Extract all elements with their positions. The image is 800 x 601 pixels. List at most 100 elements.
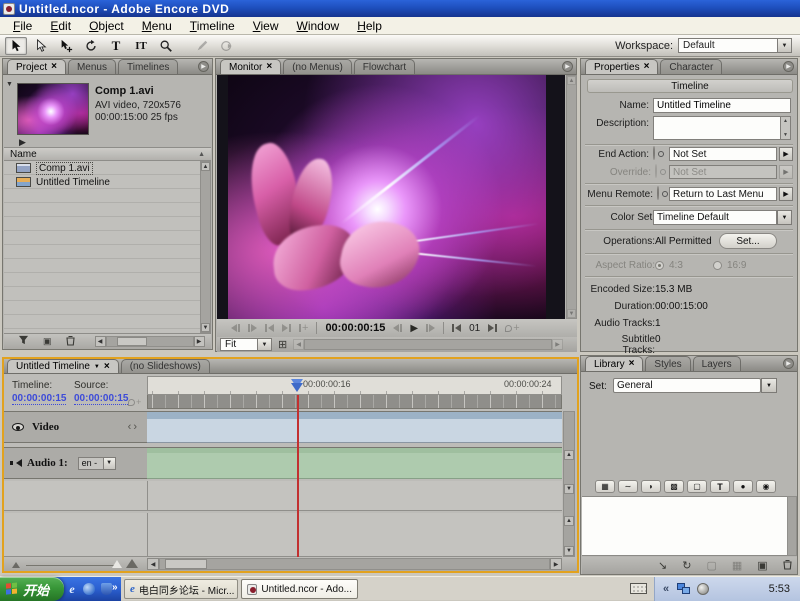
menu-view[interactable]: View [244,18,288,34]
spin-up-icon[interactable]: ▲ [783,118,788,124]
playhead-line[interactable] [297,395,299,557]
trash-icon[interactable] [783,559,792,573]
scroll-up-icon[interactable]: ▲ [567,76,576,85]
monitor-horizontal-scrollbar[interactable] [304,339,552,350]
chapter-nav-icons[interactable]: ‹› [128,421,147,433]
menu-remote-field[interactable]: Return to Last Menu [669,187,777,201]
filter-layersets-icon[interactable]: ▢ [687,480,707,493]
edit-menu-tool-icon[interactable] [191,37,213,55]
override-pickwhip-icon[interactable] [655,164,657,178]
timeline-timecode-value[interactable]: 00:00:00:15 [12,393,66,405]
step-forward-icon[interactable] [426,324,435,332]
menu-remote-menu-icon[interactable]: ▶ [779,187,793,201]
filter-shapes-icon[interactable]: ● [733,480,753,493]
color-set-select[interactable]: Timeline Default [653,210,777,225]
tab-character[interactable]: Character [660,59,722,74]
tab-library[interactable]: Library × [585,356,643,371]
add-chapter-icon[interactable]: + [128,397,141,407]
zoom-slider-thumb[interactable] [112,560,122,568]
tab-layers[interactable]: Layers [693,356,741,371]
direct-select-tool-icon[interactable] [30,37,52,55]
new-item-icon[interactable]: ▣ [43,336,52,347]
panel-menu-icon[interactable]: ▶ [783,358,794,369]
close-icon[interactable]: × [51,62,57,72]
eye-icon[interactable] [12,423,24,431]
previous-chapter-icon[interactable] [452,324,461,332]
menu-help[interactable]: Help [348,18,391,34]
menu-object[interactable]: Object [80,18,133,34]
vertical-text-tool-icon[interactable]: IT [130,37,152,55]
timeline-horizontal-scrollbar[interactable] [159,558,550,570]
project-horizontal-scrollbar[interactable] [106,336,194,347]
taskbar-item-browser[interactable]: e 电白同乡论坛 - Micr... [124,579,238,599]
audio-language-select[interactable]: en - [78,457,104,470]
scroll-down-icon[interactable]: ▼ [567,309,576,318]
filter-buttons-icon[interactable]: ∼ [618,480,638,493]
name-field[interactable] [653,98,791,113]
next-chapter-icon[interactable]: › [133,421,139,433]
scroll-right-icon[interactable]: ▶ [550,558,562,570]
source-timecode-value[interactable]: 00:00:00:15 [74,393,128,405]
scroll-left-icon[interactable]: ◀ [95,336,106,347]
sort-up-icon[interactable]: ▲ [198,151,205,158]
zoom-tool-icon[interactable] [155,37,177,55]
quick-launch-icon-2[interactable] [81,581,97,597]
workspace-select[interactable]: Default [678,38,778,53]
more-icon[interactable]: » [112,582,118,593]
tab-no-menus[interactable]: (no Menus) [283,59,352,74]
video-track[interactable] [147,411,562,443]
tab-flowchart[interactable]: Flowchart [354,59,415,74]
set-poster-icon[interactable]: + [299,322,308,334]
scroll-right-icon[interactable]: ▶ [552,339,563,350]
clock-tray-icon[interactable] [697,583,709,595]
scroll-up-icon[interactable]: ▲ [564,516,574,526]
safe-area-icon[interactable]: ⊞ [278,338,287,351]
new-menu-icon[interactable]: ▢ [706,559,716,572]
end-action-field[interactable]: Not Set [669,147,777,161]
scroll-up-icon[interactable]: ▲ [564,450,574,460]
menu-timeline[interactable]: Timeline [181,18,244,34]
audio-track-header[interactable]: Audio 1: en - ▼ [4,447,147,479]
override-menu-icon[interactable]: ▶ [779,165,793,179]
tab-project[interactable]: Project × [7,59,66,74]
step-back-icon[interactable] [393,324,402,332]
trim-out-icon[interactable] [282,324,291,332]
audio-track[interactable] [147,447,562,479]
close-icon[interactable]: × [266,62,272,72]
scroll-down-icon[interactable]: ▼ [564,484,574,494]
close-icon[interactable]: × [629,359,635,369]
chevron-down-icon[interactable]: ▼ [258,338,272,351]
text-tool-icon[interactable]: T [105,37,127,55]
filter-backgrounds-icon[interactable]: ▩ [664,480,684,493]
timeline-vertical-scrollbar[interactable]: ▲ ▼ ▲ ▼ [563,411,575,557]
aspect-43-radio[interactable] [655,261,664,270]
zoom-in-icon[interactable] [126,559,138,568]
tab-untitled-timeline[interactable]: Untitled Timeline ▼ × [7,359,119,373]
filter-images-icon[interactable]: ◗ [641,480,661,493]
tab-no-slideshows[interactable]: (no Slideshows) [121,359,210,373]
input-method-keyboard-icon[interactable] [630,583,647,594]
rotate-tool-icon[interactable] [80,37,102,55]
new-button-icon[interactable]: ▦ [732,559,742,572]
description-field[interactable] [653,116,781,140]
aspect-169-radio[interactable] [713,261,722,270]
zoom-out-icon[interactable] [12,562,20,568]
end-action-menu-icon[interactable]: ▶ [779,147,793,161]
scroll-down-icon[interactable]: ▼ [201,323,210,332]
tab-timelines[interactable]: Timelines [118,59,178,74]
chevron-down-icon[interactable]: ▼ [94,364,100,370]
place-item-icon[interactable]: ↘ [658,559,667,572]
menu-remote-pickwhip-icon[interactable] [657,186,659,200]
previous-scene-icon[interactable] [231,324,240,332]
monitor-vertical-scrollbar[interactable]: ▲ ▼ [566,75,577,319]
panel-menu-icon[interactable]: ▶ [198,61,209,72]
trim-in-icon[interactable] [265,324,274,332]
selection-tool-icon[interactable] [5,37,27,55]
operations-set-button[interactable]: Set... [719,233,777,249]
speaker-icon[interactable] [10,458,21,468]
tab-menus[interactable]: Menus [68,59,116,74]
close-icon[interactable]: × [104,362,110,372]
scroll-up-icon[interactable]: ▲ [201,162,210,171]
chevron-down-icon[interactable]: ▼ [104,457,116,470]
monitor-timecode[interactable]: 00:00:00:15 [325,322,385,334]
